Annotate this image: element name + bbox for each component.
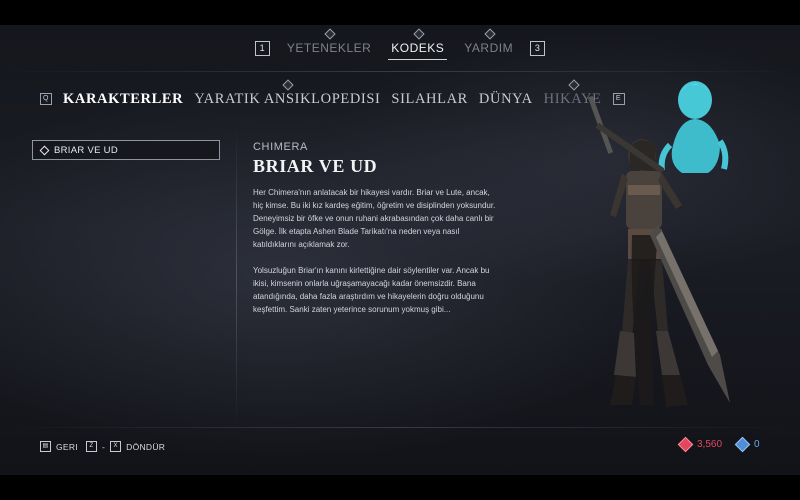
notification-diamond-icon [324,28,336,40]
currency-secondary: 0 [734,436,760,453]
tab-label: KODEKS [391,41,445,55]
entry-title: BRIAR VE UD [253,156,378,176]
footer-divider [0,427,800,428]
notification-diamond-icon [282,78,294,91]
spirit-companion-figure [658,81,729,173]
prev-section-key[interactable]: 1 [254,40,270,56]
blue-gem-icon [734,436,751,453]
tab-label: YARDIM [464,41,514,55]
entry-paragraph: Her Chimera'nın anlatacak bir hikayesi v… [253,188,496,249]
notification-diamond-icon [484,28,496,40]
tab-yardim[interactable]: YARDIM [461,28,516,55]
currency-primary-value: 3,560 [697,439,723,450]
currency-secondary-value: 0 [754,439,760,450]
entry-body: Her Chimera'nın anlatacak bir hikayesi v… [253,186,498,329]
rotate-label: DÖNDÜR [126,441,166,452]
rotate-right-key: X [110,441,122,452]
codex-screen: 1 YETENEKLER KODEKS YARDIM 3 Q KARAKTERL… [0,25,800,475]
back-label: GERI [56,441,78,452]
entry-category: CHIMERA [253,141,308,153]
character-model[interactable] [570,75,770,415]
prev-category-key[interactable]: Q [40,93,52,105]
back-key-icon: ▤ [40,441,51,452]
key-separator: - [102,441,106,452]
category-tabs: Q KARAKTERLER YARATIK ANSIKLOPEDISI SILA… [40,78,625,111]
rotate-left-key: Z [86,441,97,452]
notification-diamond-icon [413,28,425,40]
content-divider [236,127,237,427]
tab-label: YETENEKLER [286,41,372,55]
next-section-key[interactable]: 3 [530,40,546,56]
category-tab-silahlar[interactable]: SILAHLAR [391,91,468,108]
currency-primary: 3,560 [677,436,723,453]
list-item-label: BRIAR VE UD [54,144,119,156]
red-gem-icon [677,436,694,453]
category-tab-dunya[interactable]: DÜNYA [479,91,533,108]
tab-yetenekler[interactable]: YETENEKLER [284,28,374,55]
entry-paragraph: Yolsuzluğun Briar'ın kanını kirlettiğine… [253,266,490,314]
footer-bar: ▤ GERI Z - X DÖNDÜR 3,560 0 [0,433,800,463]
category-tab-yaratik-ansiklopedisi[interactable]: YARATIK ANSIKLOPEDISI [194,78,381,108]
back-button[interactable]: ▤ GERI [40,441,78,452]
list-item[interactable]: BRIAR VE UD [32,140,220,160]
top-divider [0,71,800,72]
category-tab-label: YARATIK ANSIKLOPEDISI [194,90,381,107]
tab-kodeks[interactable]: KODEKS [388,28,448,60]
diamond-icon [39,145,50,155]
category-tab-karakterler[interactable]: KARAKTERLER [63,91,183,108]
top-nav: 1 YETENEKLER KODEKS YARDIM 3 [0,25,800,71]
rotate-button[interactable]: Z - X DÖNDÜR [86,441,165,452]
